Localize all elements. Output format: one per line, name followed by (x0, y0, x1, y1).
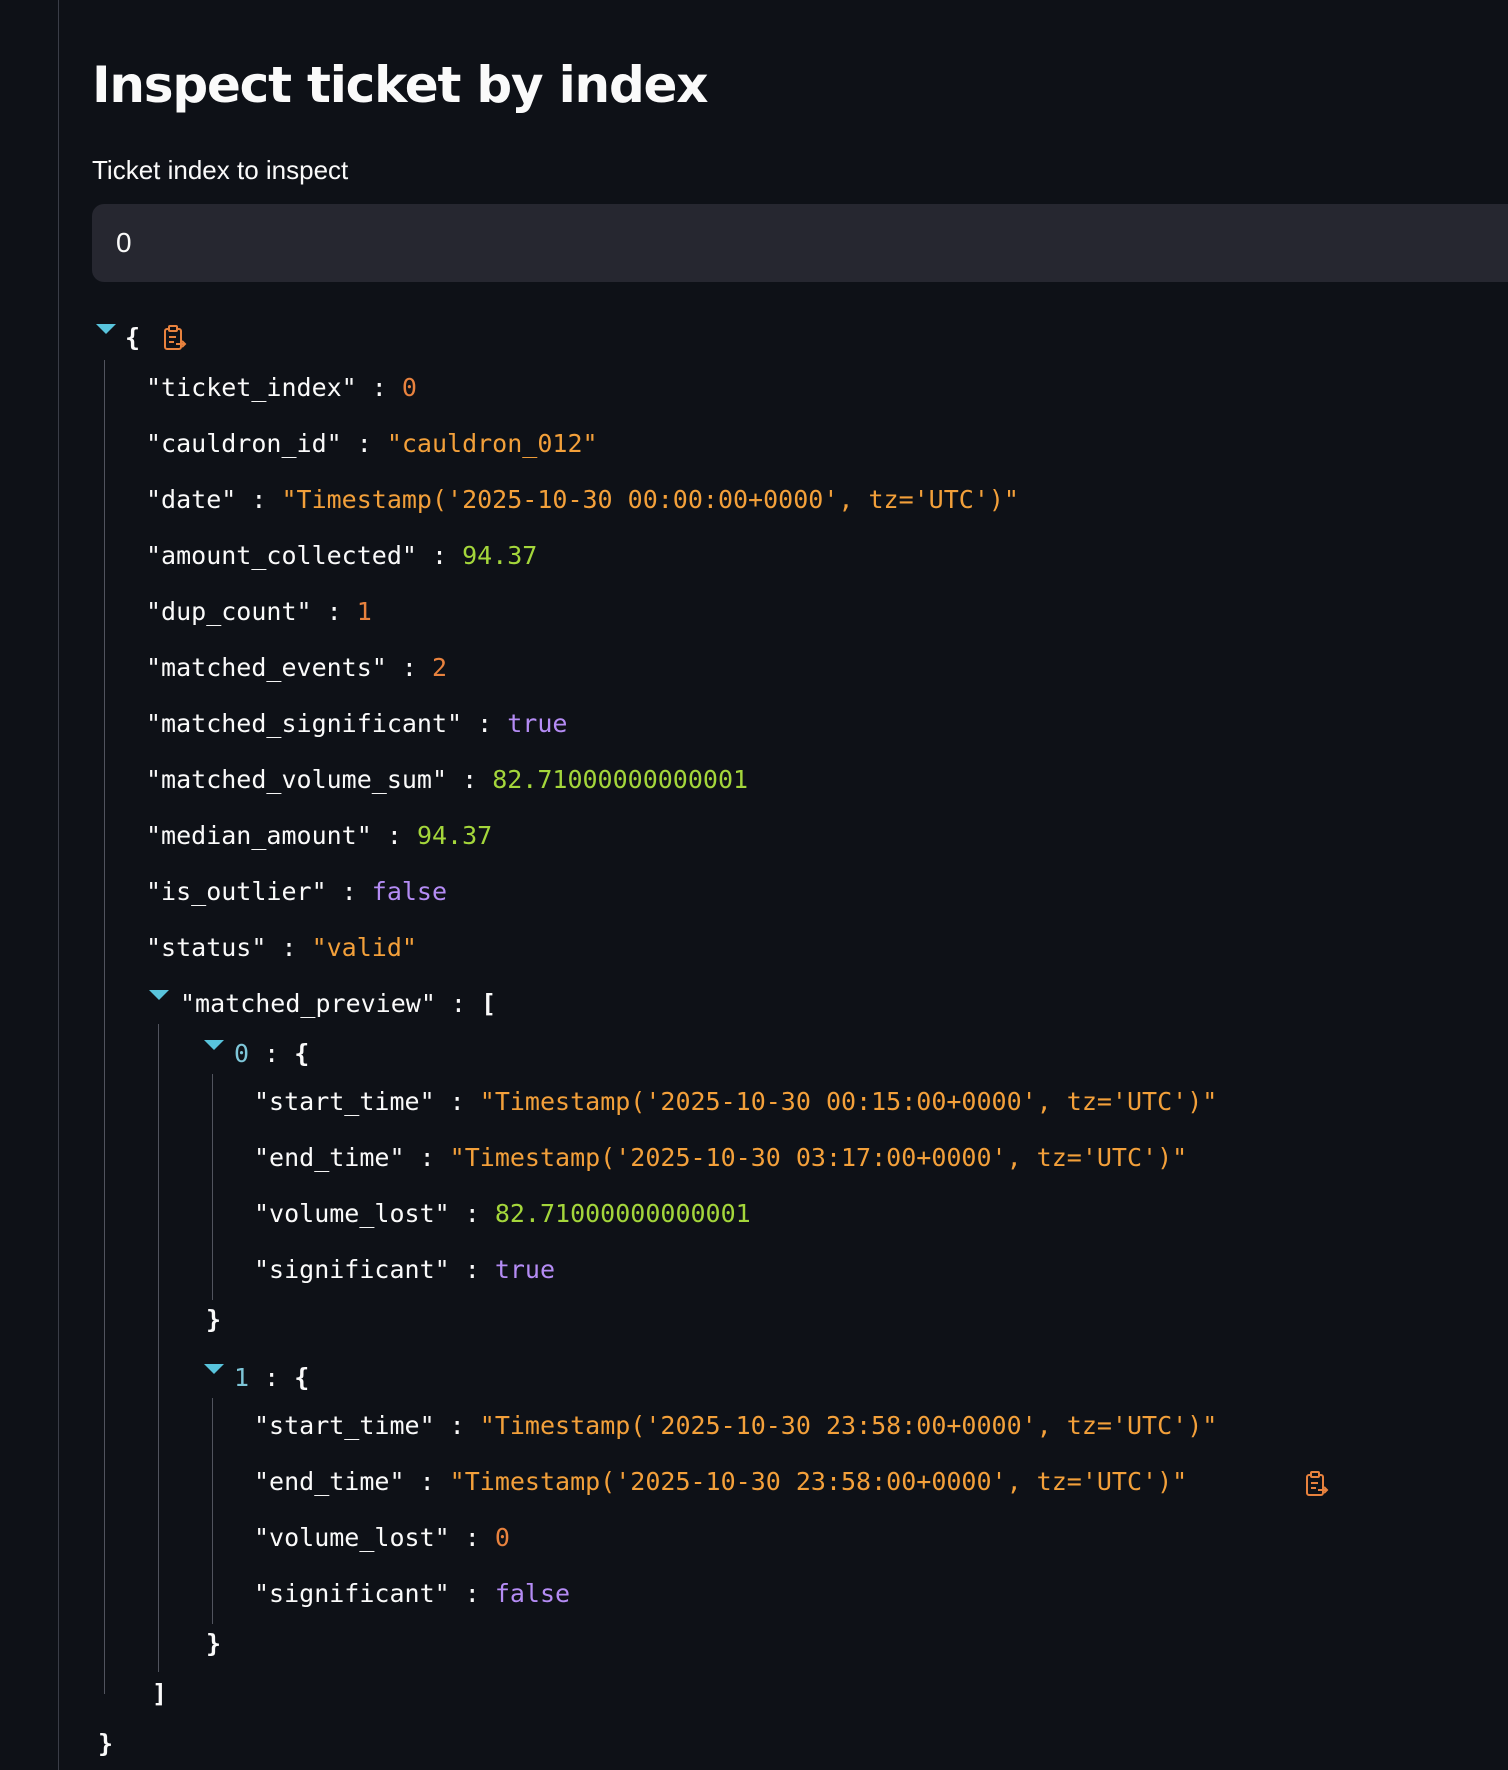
item-1-start-time: "start_time" : "Timestamp('2025-10-30 23… (254, 1411, 1218, 1440)
json-field-amount-collected: "amount_collected" : 94.37 (146, 541, 538, 570)
collapse-root-caret-icon[interactable] (96, 324, 116, 334)
json-field-ticket-index: "ticket_index" : 0 (146, 373, 417, 402)
ticket-index-input[interactable]: 0 (92, 204, 1508, 282)
json-value: 0 (494, 1523, 510, 1552)
json-field-matched-significant: "matched_significant" : true (146, 709, 568, 738)
page-title: Inspect ticket by index (92, 56, 708, 114)
json-key: "cauldron_id" (146, 429, 342, 458)
json-value: 1 (356, 597, 372, 626)
root-open-brace: { (125, 323, 141, 352)
json-key: "significant" (254, 1579, 450, 1608)
json-field-matched-volume-sum: "matched_volume_sum" : 82.71000000000001 (146, 765, 749, 794)
json-key: "volume_lost" (254, 1199, 450, 1228)
json-value: false (371, 877, 448, 906)
array-item-0-header: 0 : { (234, 1039, 310, 1068)
json-value: "Timestamp('2025-10-30 03:17:00+0000', t… (449, 1143, 1188, 1172)
object-open-brace: { (294, 1039, 310, 1068)
sidebar-divider (58, 0, 59, 1770)
json-field-status: "status" : "valid" (146, 933, 417, 962)
json-value: 82.71000000000001 (494, 1199, 751, 1228)
json-key: "matched_volume_sum" (146, 765, 448, 794)
json-field-cauldron-id: "cauldron_id" : "cauldron_012" (146, 429, 598, 458)
json-key: "ticket_index" (146, 373, 357, 402)
json-key: "volume_lost" (254, 1523, 450, 1552)
json-value: "Timestamp('2025-10-30 23:58:00+0000', t… (479, 1411, 1218, 1440)
json-field-date: "date" : "Timestamp('2025-10-30 00:00:00… (146, 485, 1019, 514)
json-key: "date" (146, 485, 237, 514)
root-close-brace: } (98, 1729, 114, 1758)
json-key: "end_time" (254, 1467, 405, 1496)
json-value: "Timestamp('2025-10-30 00:15:00+0000', t… (479, 1087, 1218, 1116)
ticket-index-label: Ticket index to inspect (92, 155, 349, 185)
json-key: "matched_preview" (180, 989, 436, 1018)
item-0-close-brace: } (206, 1305, 222, 1334)
json-value: "Timestamp('2025-10-30 00:00:00+0000', t… (281, 485, 1019, 514)
json-value: 82.71000000000001 (492, 765, 749, 794)
json-field-dup-count: "dup_count" : 1 (146, 597, 372, 626)
json-value: 2 (431, 653, 448, 682)
array-open-bracket: [ (481, 989, 497, 1018)
json-value: true (507, 709, 568, 738)
item-1-volume-lost: "volume_lost" : 0 (254, 1523, 510, 1552)
json-value: 0 (401, 373, 417, 402)
array-index: 0 (234, 1039, 250, 1068)
json-value: 94.37 (462, 541, 538, 570)
array-close-bracket: ] (152, 1679, 168, 1708)
json-field-matched-events: "matched_events" : 2 (146, 653, 448, 682)
json-field-matched-preview: "matched_preview" : [ (180, 989, 497, 1018)
item-0-end-time: "end_time" : "Timestamp('2025-10-30 03:1… (254, 1143, 1188, 1172)
json-key: "status" (146, 933, 267, 962)
collapse-item-1-caret-icon[interactable] (204, 1364, 224, 1374)
root-indent-guide (104, 360, 105, 1694)
item-0-volume-lost: "volume_lost" : 82.71000000000001 (254, 1199, 751, 1228)
json-key: "is_outlier" (146, 877, 327, 906)
object-open-brace: { (294, 1363, 310, 1392)
json-value: 94.37 (416, 821, 493, 850)
json-key: "matched_events" (146, 653, 387, 682)
item-1-end-time: "end_time" : "Timestamp('2025-10-30 23:5… (254, 1467, 1188, 1496)
json-value: "Timestamp('2025-10-30 23:58:00+0000', t… (449, 1467, 1188, 1496)
json-key: "matched_significant" (146, 709, 463, 738)
json-key: "start_time" (254, 1411, 435, 1440)
array-index: 1 (234, 1363, 250, 1392)
item-0-start-time: "start_time" : "Timestamp('2025-10-30 00… (254, 1087, 1218, 1116)
json-key: "start_time" (254, 1087, 435, 1116)
json-key: "end_time" (254, 1143, 405, 1172)
json-value: "valid" (311, 933, 417, 962)
json-key: "amount_collected" (146, 541, 417, 570)
json-value: false (494, 1579, 571, 1608)
array-item-1-header: 1 : { (234, 1363, 310, 1392)
json-key: "dup_count" (146, 597, 312, 626)
json-key: "median_amount" (146, 821, 372, 850)
clipboard-copy-icon[interactable] (162, 324, 188, 352)
item-0-indent-guide (212, 1074, 213, 1300)
item-1-significant: "significant" : false (254, 1579, 571, 1608)
json-value: "cauldron_012" (386, 429, 598, 458)
json-value: true (494, 1255, 556, 1284)
collapse-matched-preview-caret-icon[interactable] (149, 990, 169, 1000)
collapse-item-0-caret-icon[interactable] (204, 1040, 224, 1050)
json-field-median-amount: "median_amount" : 94.37 (146, 821, 493, 850)
item-0-significant: "significant" : true (254, 1255, 556, 1284)
clipboard-copy-icon[interactable] (1304, 1470, 1330, 1498)
item-1-indent-guide (212, 1398, 213, 1624)
json-field-is-outlier: "is_outlier" : false (146, 877, 448, 906)
matched-preview-indent-guide (158, 1024, 159, 1672)
json-key: "significant" (254, 1255, 450, 1284)
item-1-close-brace: } (206, 1629, 222, 1658)
